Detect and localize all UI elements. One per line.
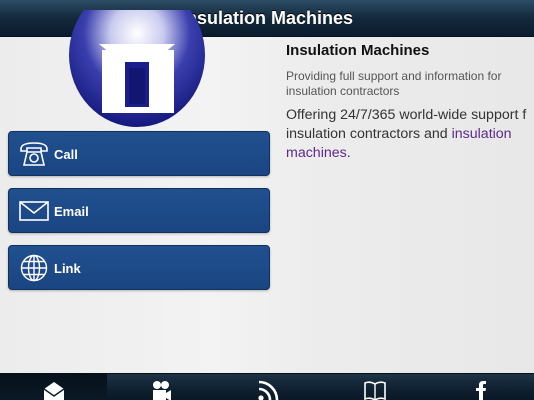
email-button[interactable]: Email — [8, 188, 270, 233]
facebook-icon — [476, 381, 486, 400]
globe-icon — [18, 254, 50, 282]
company-logo — [69, 10, 206, 130]
tab-facebook[interactable] — [428, 374, 534, 400]
content-body: Offering 24/7/365 world-wide support f i… — [286, 106, 534, 163]
phone-icon — [18, 140, 50, 168]
tab-book[interactable] — [321, 374, 428, 400]
tab-contact[interactable] — [0, 374, 107, 400]
content-title: Insulation Machines — [286, 42, 430, 59]
tab-video[interactable] — [107, 374, 214, 400]
book-icon — [363, 381, 386, 400]
envelope-icon — [18, 197, 50, 225]
call-label: Call — [54, 147, 78, 162]
link-label: Link — [54, 261, 81, 276]
page-title: Insulation Machines — [180, 8, 354, 28]
video-camera-icon — [152, 381, 171, 400]
bottom-tab-bar — [0, 373, 534, 400]
call-button[interactable]: Call — [8, 131, 270, 176]
tab-rss[interactable] — [214, 374, 321, 400]
envelope-open-icon — [43, 382, 64, 400]
body-line-2: insulation contractors and — [286, 126, 452, 142]
body-line-1: Offering 24/7/365 world-wide support f — [286, 107, 527, 123]
email-label: Email — [54, 204, 89, 219]
link-button[interactable]: Link — [8, 245, 270, 290]
body-suffix: . — [346, 145, 351, 161]
content-subtitle: Providing full support and information f… — [286, 69, 502, 98]
rss-icon — [257, 380, 278, 400]
